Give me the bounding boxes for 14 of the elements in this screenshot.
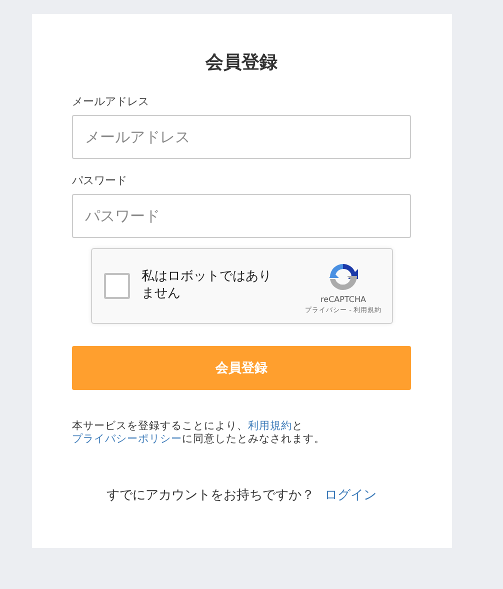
terms-link[interactable]: 利用規約: [248, 420, 292, 432]
input-field[interactable]: メールアドレス: [72, 115, 411, 159]
field-label: メールアドレス: [72, 94, 150, 109]
login-prompt: すでにアカウントをお持ちですか？: [106, 487, 314, 504]
input-field[interactable]: パスワード: [72, 194, 411, 238]
captcha-label: 私はロボットではありません: [142, 269, 272, 303]
captcha-brand: reCAPTCHA: [320, 295, 366, 304]
captcha-checkbox[interactable]: [104, 273, 130, 299]
terms-text: 本サービスを登録することにより、利用規約 と プライバシーポリシー に同意したとみなされます。: [72, 420, 326, 446]
form-title: 会員登録: [204, 51, 278, 74]
privacy-link[interactable]: プライバシーポリシー: [72, 433, 182, 446]
recaptcha-icon: [327, 261, 360, 293]
login-link[interactable]: ログイン: [324, 486, 376, 504]
field-label: パスワード: [72, 173, 128, 188]
